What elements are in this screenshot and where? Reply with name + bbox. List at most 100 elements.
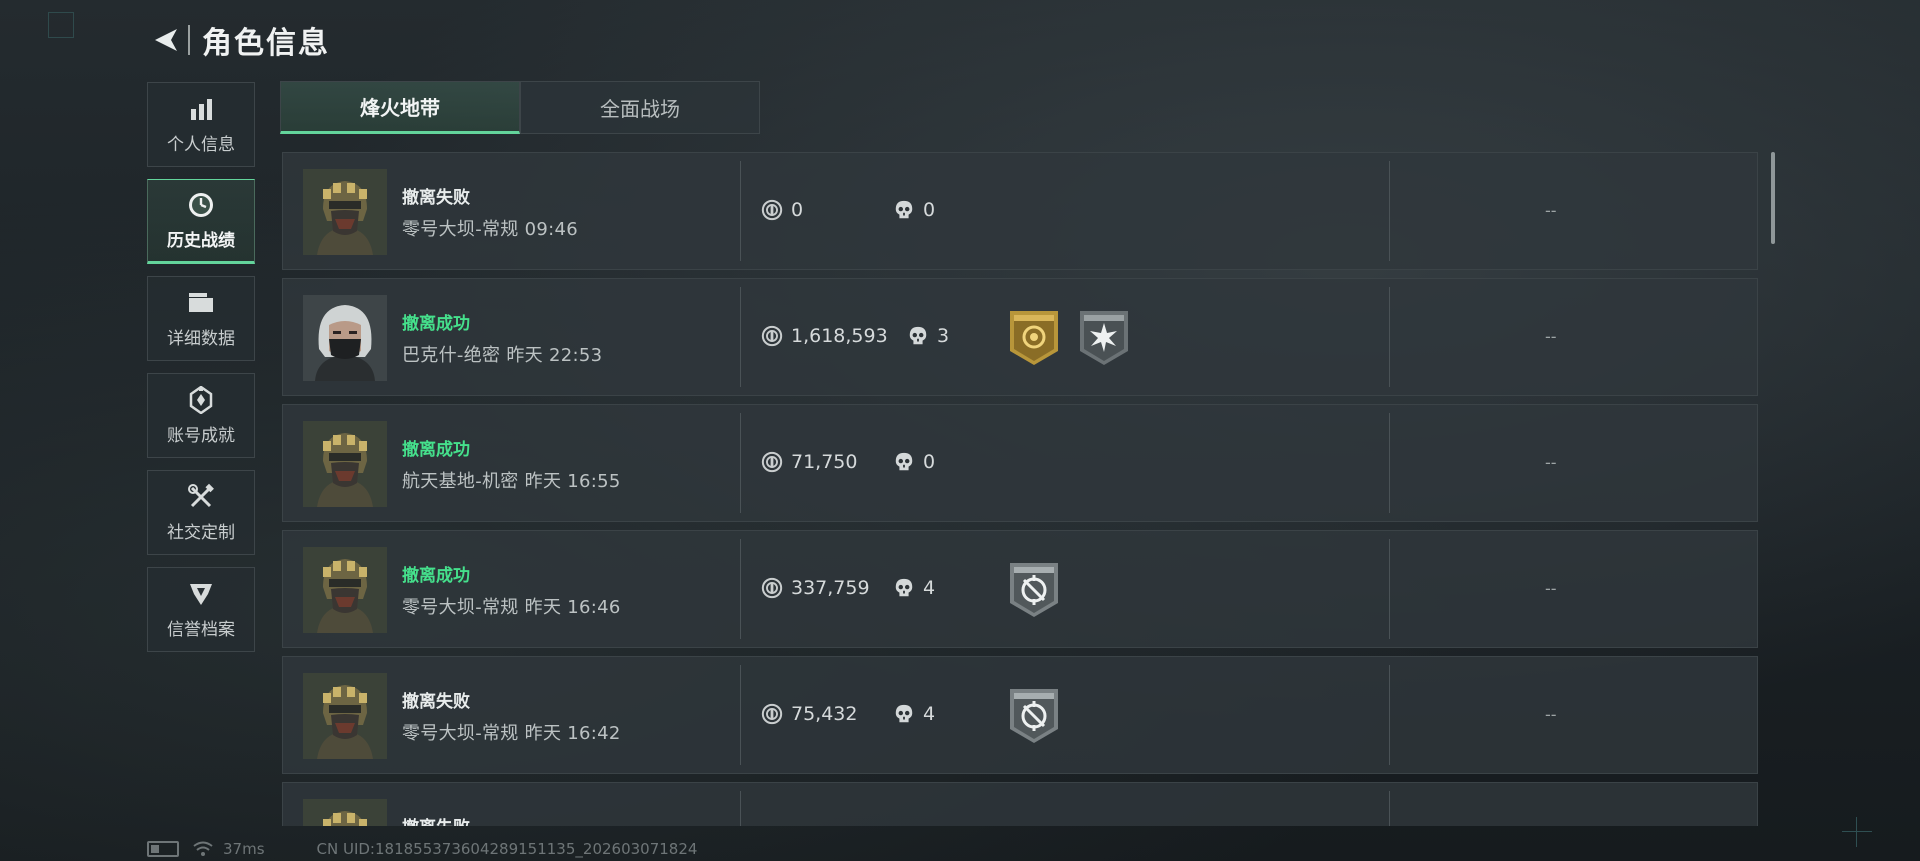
row-divider	[740, 287, 741, 387]
tab-warfare-zone[interactable]: 烽火地带	[280, 81, 520, 134]
match-info: 零号大坝-常规 09:46	[402, 215, 578, 241]
coin-stat: 75,432	[761, 703, 857, 725]
achievement-icon	[186, 385, 216, 415]
operator-avatar	[303, 547, 387, 633]
row-divider	[1389, 161, 1390, 261]
coin-icon	[761, 577, 783, 599]
sidebar-item-label: 历史战绩	[167, 231, 235, 251]
skull-icon	[893, 577, 915, 599]
list-scrollbar[interactable]	[1771, 152, 1775, 244]
coin-value: 337,759	[791, 577, 870, 599]
match-info: 巴克什-绝密 昨天 22:53	[402, 341, 602, 367]
rating-value: --	[1545, 705, 1557, 724]
rating-value: --	[1545, 201, 1557, 220]
match-history-list[interactable]: 撤离失败 零号大坝-常规 09:46 0 0 -- 撤离成功 巴克什-绝密 昨天…	[282, 152, 1758, 826]
coin-value: 71,750	[791, 451, 858, 473]
sidebar-item-social-custom[interactable]: 社交定制	[147, 470, 255, 555]
map-name: 零号大坝-常规	[402, 597, 519, 618]
kill-stat: 3	[907, 325, 949, 347]
burst-badge-icon[interactable]	[1076, 307, 1132, 369]
kill-value: 4	[923, 703, 936, 725]
uid-text: CN UID:181855373604289151135_20260307182…	[316, 840, 698, 858]
crosshair-badge-icon[interactable]	[1006, 559, 1062, 621]
row-divider	[740, 413, 741, 513]
row-divider	[740, 791, 741, 826]
header-separator	[188, 25, 190, 55]
extraction-status: 撤离成功	[402, 440, 470, 460]
sidebar-item-detailed-data[interactable]: 详细数据	[147, 276, 255, 361]
match-row[interactable]: 撤离成功 航天基地-机密 昨天 16:55 71,750 0 --	[282, 404, 1758, 522]
coin-value: 1,618,593	[791, 325, 888, 347]
sidebar-nav: 个人信息 历史战绩 详细数据 账号成就 社交定制 信誉档案	[147, 82, 257, 664]
kill-value: 4	[923, 577, 936, 599]
map-name: 零号大坝-常规	[402, 723, 519, 744]
row-divider	[740, 161, 741, 261]
sidebar-item-label: 社交定制	[167, 523, 235, 543]
match-info: 零号大坝-常规 昨天 16:42	[402, 719, 621, 745]
map-name: 巴克什-绝密	[402, 345, 501, 366]
rating-value: --	[1545, 327, 1557, 346]
operator-avatar	[303, 169, 387, 255]
coin-icon	[761, 325, 783, 347]
match-row[interactable]: 撤离失败 零号大坝-常规 昨天 16:42 75,432 4 --	[282, 656, 1758, 774]
match-time: 昨天 16:42	[524, 723, 621, 744]
clock-icon	[186, 190, 216, 220]
row-divider	[1389, 287, 1390, 387]
map-name: 航天基地-机密	[402, 471, 519, 492]
sidebar-item-personal-info[interactable]: 个人信息	[147, 82, 255, 167]
skull-icon	[893, 451, 915, 473]
match-time: 昨天 22:53	[506, 345, 603, 366]
mode-tabs: 烽火地带 全面战场	[280, 81, 760, 134]
row-divider	[1389, 791, 1390, 826]
kill-stat: 0	[893, 451, 935, 473]
match-row[interactable]: 撤离成功 巴克什-绝密 昨天 22:53 1,618,593 3 --	[282, 278, 1758, 396]
coin-stat: 0	[761, 199, 803, 221]
operator-avatar	[303, 421, 387, 507]
operator-avatar	[303, 295, 387, 381]
rating-value: --	[1545, 453, 1557, 472]
sidebar-item-label: 个人信息	[167, 135, 235, 155]
kill-value: 0	[923, 199, 936, 221]
kill-value: 0	[923, 451, 936, 473]
match-time: 昨天 16:55	[524, 471, 621, 492]
coin-stat: 337,759	[761, 577, 870, 599]
crosshair-badge-icon[interactable]	[1006, 685, 1062, 747]
sidebar-item-achievements[interactable]: 账号成就	[147, 373, 255, 458]
sidebar-item-match-history[interactable]: 历史战绩	[147, 179, 255, 264]
match-time: 昨天 16:46	[524, 597, 621, 618]
match-row[interactable]: 撤离失败 零号大坝-常规 09:46 0 0 --	[282, 152, 1758, 270]
match-row[interactable]: 撤离成功 零号大坝-常规 昨天 16:46 337,759 4 --	[282, 530, 1758, 648]
skull-icon	[893, 199, 915, 221]
tools-icon	[186, 482, 216, 512]
back-arrow-icon[interactable]	[148, 22, 184, 58]
extraction-status: 撤离失败	[402, 692, 470, 712]
sidebar-item-credit-profile[interactable]: 信誉档案	[147, 567, 255, 652]
extraction-status: 撤离成功	[402, 314, 470, 334]
folder-icon	[186, 288, 216, 318]
kill-stat: 0	[893, 199, 935, 221]
skull-icon	[907, 325, 929, 347]
map-name: 零号大坝-常规	[402, 219, 519, 240]
coin-stat: 1,618,593	[761, 325, 888, 347]
row-divider	[1389, 539, 1390, 639]
corner-crosshair-decoration	[1842, 817, 1872, 847]
match-row[interactable]: 撤离失败	[282, 782, 1758, 826]
tab-full-battlefield[interactable]: 全面战场	[520, 81, 760, 134]
wifi-icon	[193, 841, 213, 856]
row-divider	[1389, 413, 1390, 513]
extraction-status: 撤离失败	[402, 188, 470, 208]
match-time: 09:46	[524, 219, 579, 240]
rating-value: --	[1545, 579, 1557, 598]
skull-icon	[893, 703, 915, 725]
kill-value: 3	[937, 325, 950, 347]
extraction-status: 撤离成功	[402, 566, 470, 586]
match-info: 零号大坝-常规 昨天 16:46	[402, 593, 621, 619]
coin-value: 0	[791, 199, 804, 221]
gold-emblem-badge-icon[interactable]	[1006, 307, 1062, 369]
row-divider	[1389, 665, 1390, 765]
page-title: 角色信息	[202, 26, 330, 61]
kill-stat: 4	[893, 703, 935, 725]
coin-icon	[761, 703, 783, 725]
row-divider	[740, 539, 741, 639]
ping-value: 37ms	[223, 840, 265, 858]
